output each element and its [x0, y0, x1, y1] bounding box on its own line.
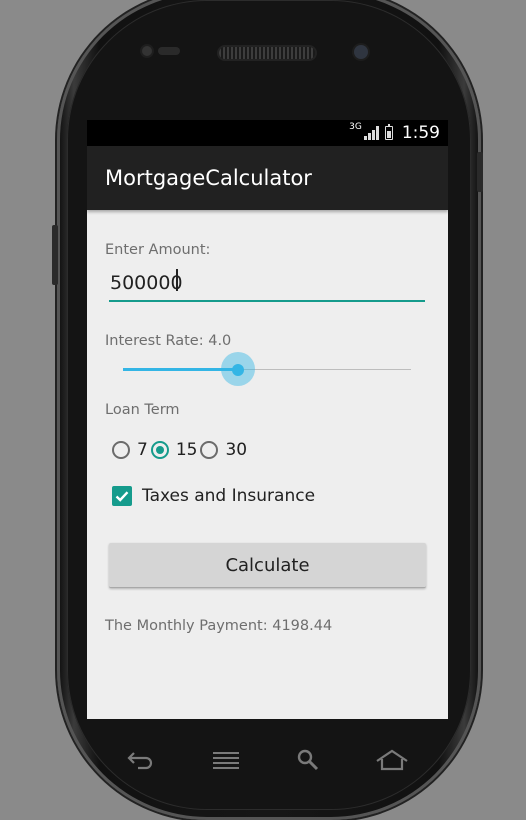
power-key [477, 152, 483, 192]
amount-label: Enter Amount: [105, 242, 211, 258]
light-sensor [158, 47, 180, 55]
loan-term-label: Loan Term [105, 402, 180, 418]
taxes-insurance-label: Taxes and Insurance [142, 486, 316, 506]
slider-thumb[interactable] [232, 364, 244, 376]
earpiece-speaker [219, 47, 315, 59]
menu-icon[interactable] [208, 743, 244, 777]
action-bar: MortgageCalculator [87, 146, 448, 210]
radio-term-30[interactable]: 30 [200, 440, 247, 460]
checkbox-checked-icon[interactable] [112, 486, 132, 506]
signal-icon [363, 126, 379, 140]
taxes-insurance-checkbox-row[interactable]: Taxes and Insurance [112, 486, 315, 506]
loan-term-radio-group: 7 15 30 [112, 438, 250, 462]
status-clock: 1:59 [401, 123, 440, 143]
search-icon[interactable] [290, 743, 326, 777]
radio-button-icon[interactable] [112, 441, 130, 459]
radio-button-icon[interactable] [200, 441, 219, 459]
interest-rate-slider[interactable] [123, 352, 411, 386]
volume-key [52, 225, 58, 285]
text-cursor [176, 269, 178, 291]
home-icon[interactable] [374, 743, 410, 777]
status-icons: 3G 1:59 [349, 122, 440, 143]
status-bar: 3G 1:59 [87, 120, 448, 146]
back-icon[interactable] [122, 743, 158, 777]
phone-screen: 3G 1:59 MortgageCalculator Enter Amount:… [87, 120, 448, 719]
radio-term-7[interactable]: 7 [112, 440, 148, 460]
battery-icon [384, 124, 393, 140]
monthly-payment-result: The Monthly Payment: 4198.44 [105, 618, 333, 634]
radio-label: 30 [225, 440, 248, 460]
radio-label: 15 [175, 440, 198, 460]
radio-term-15[interactable]: 15 [150, 440, 198, 460]
front-camera [354, 45, 368, 59]
proximity-sensor [142, 46, 152, 56]
amount-input[interactable] [109, 266, 425, 302]
radio-label: 7 [137, 440, 148, 460]
radio-button-checked-icon[interactable] [150, 441, 169, 459]
app-title: MortgageCalculator [105, 166, 312, 190]
calculate-button[interactable]: Calculate [109, 543, 426, 588]
interest-rate-label: Interest Rate: 4.0 [105, 333, 232, 349]
network-type: 3G [349, 122, 362, 132]
